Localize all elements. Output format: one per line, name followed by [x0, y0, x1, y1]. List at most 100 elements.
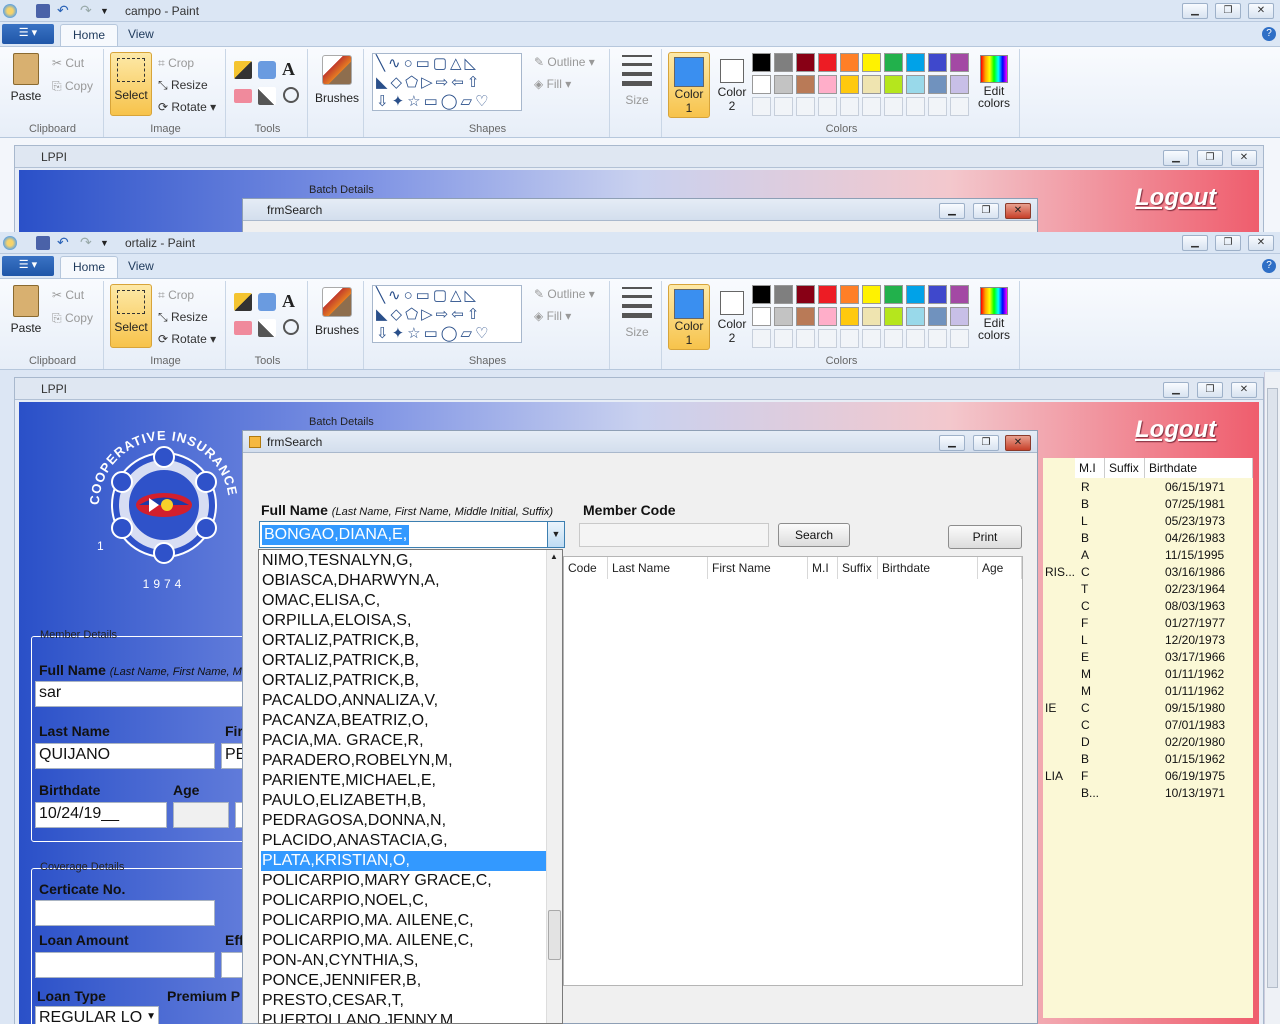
edit-colors-button[interactable]: Edit colors — [974, 55, 1014, 109]
col-suffix-header[interactable]: Suffix — [1105, 458, 1145, 478]
color-swatch[interactable] — [906, 307, 925, 326]
custom-color-slot[interactable] — [818, 97, 837, 116]
color-swatch[interactable] — [818, 285, 837, 304]
custom-color-slot[interactable] — [818, 329, 837, 348]
custom-color-slot[interactable] — [950, 329, 969, 348]
frm-minimize-button[interactable]: ▁ — [939, 203, 965, 219]
text-icon[interactable]: A — [282, 59, 295, 80]
table-row[interactable]: M 01/11/1962 — [1043, 667, 1253, 684]
custom-color-slot[interactable] — [796, 329, 815, 348]
dropdown-item[interactable]: NIMO,TESNALYN,G, — [261, 551, 546, 571]
custom-color-slot[interactable] — [950, 97, 969, 116]
redo-icon[interactable]: ↷ — [80, 235, 94, 250]
col-last-name-header[interactable]: Last Name — [608, 557, 708, 579]
dropdown-item[interactable]: PRESTO,CESAR,T, — [261, 991, 546, 1011]
color-swatch[interactable] — [950, 307, 969, 326]
undo-icon[interactable]: ↶ — [57, 3, 71, 18]
color-swatch[interactable] — [928, 285, 947, 304]
table-row[interactable]: C 08/03/1963 — [1043, 599, 1253, 616]
color-picker-icon[interactable] — [258, 87, 276, 105]
dropdown-item[interactable]: PUERTOLLANO,JENNY,M, — [261, 1011, 546, 1023]
color-swatch[interactable] — [774, 307, 793, 326]
maximize-button[interactable]: ❐ — [1215, 235, 1241, 251]
dropdown-item[interactable]: OMAC,ELISA,C, — [261, 591, 546, 611]
custom-color-slot[interactable] — [774, 97, 793, 116]
cut-button[interactable]: ✂ Cut — [52, 56, 84, 70]
dropdown-item[interactable]: PONCE,JENNIFER,B, — [261, 971, 546, 991]
table-row[interactable]: B 07/25/1981 — [1043, 497, 1253, 514]
dropdown-item[interactable]: PACANZA,BEATRIZ,O, — [261, 711, 546, 731]
dropdown-item[interactable]: POLICARPIO,MA. AILENE,C, — [261, 931, 546, 951]
lppi-maximize-button[interactable]: ❐ — [1197, 150, 1223, 166]
eraser-icon[interactable] — [234, 321, 252, 335]
custom-color-slot[interactable] — [862, 97, 881, 116]
color-swatch[interactable] — [818, 75, 837, 94]
color-swatch[interactable] — [884, 307, 903, 326]
edit-colors-button[interactable]: Edit colors — [974, 287, 1014, 341]
color-swatch[interactable] — [906, 75, 925, 94]
full-name-combobox[interactable]: BONGAO,DIANA,E, ▼ — [259, 521, 565, 548]
dropdown-item[interactable]: POLICARPIO,MARY GRACE,C, — [261, 871, 546, 891]
col-first-name-header[interactable]: First Name — [708, 557, 808, 579]
lppi-minimize-button[interactable]: ▁ — [1163, 382, 1189, 398]
file-menu-button[interactable]: ☰ ▾ — [2, 24, 54, 44]
size-button[interactable]: Size — [618, 55, 656, 107]
frm-minimize-button[interactable]: ▁ — [939, 435, 965, 451]
text-icon[interactable]: A — [282, 291, 295, 312]
fill-button[interactable]: ◈ Fill ▾ — [534, 77, 571, 91]
table-row[interactable]: T 02/23/1964 — [1043, 582, 1253, 599]
dropdown-item[interactable]: PON-AN,CYNTHIA,S, — [261, 951, 546, 971]
fill-button[interactable]: ◈ Fill ▾ — [534, 309, 571, 323]
dropdown-item[interactable]: PARIENTE,MICHAEL,E, — [261, 771, 546, 791]
outline-button[interactable]: ✎ Outline ▾ — [534, 55, 595, 69]
loan-type-select[interactable]: REGULAR LO ▼ — [35, 1006, 159, 1024]
minimize-button[interactable]: ▁ — [1182, 235, 1208, 251]
size-button[interactable]: Size — [618, 287, 656, 339]
lppi-close-button[interactable]: ✕ — [1231, 382, 1257, 398]
resize-button[interactable]: ⤡ Resize — [158, 78, 208, 93]
color-swatch[interactable] — [862, 285, 881, 304]
color-swatch[interactable] — [752, 285, 771, 304]
color-swatch[interactable] — [950, 285, 969, 304]
outline-button[interactable]: ✎ Outline ▾ — [534, 287, 595, 301]
custom-color-slot[interactable] — [796, 97, 815, 116]
redo-icon[interactable]: ↷ — [80, 3, 94, 18]
col-code-header[interactable]: Code — [564, 557, 608, 579]
rotate-button[interactable]: ⟳ Rotate ▾ — [158, 332, 216, 346]
close-button[interactable]: ✕ — [1248, 235, 1274, 251]
col-birthdate-header[interactable]: Birthdate — [1145, 458, 1253, 478]
magnifier-icon[interactable] — [283, 87, 299, 103]
color1-button[interactable]: Color 1 — [668, 52, 710, 118]
col-suffix-header[interactable]: Suffix — [838, 557, 878, 579]
custom-color-slot[interactable] — [884, 329, 903, 348]
color-swatch[interactable] — [928, 75, 947, 94]
color-swatch[interactable] — [862, 307, 881, 326]
tab-view[interactable]: View — [116, 256, 166, 278]
col-birthdate-header[interactable]: Birthdate — [878, 557, 978, 579]
table-row[interactable]: B 04/26/1983 — [1043, 531, 1253, 548]
table-row[interactable]: L 12/20/1973 — [1043, 633, 1253, 650]
dropdown-item[interactable]: ORTALIZ,PATRICK,B, — [261, 651, 546, 671]
custom-color-slot[interactable] — [906, 329, 925, 348]
full-name-dropdown-list[interactable]: NIMO,TESNALYN,G, OBIASCA,DHARWYN,A, OMAC,E… — [258, 549, 563, 1024]
dropdown-item[interactable]: ORPILLA,ELOISA,S, — [261, 611, 546, 631]
lppi-maximize-button[interactable]: ❐ — [1197, 382, 1223, 398]
results-grid[interactable]: Code Last Name First Name M.I Suffix Bir… — [563, 556, 1023, 986]
color-swatch[interactable] — [840, 307, 859, 326]
scroll-thumb[interactable] — [1267, 388, 1278, 988]
file-menu-button[interactable]: ☰ ▾ — [2, 256, 54, 276]
last-name-input[interactable]: QUIJANO — [35, 743, 215, 769]
shapes-gallery[interactable]: ╲∿○▭▢△◺ ◣◇⬠▷⇨⇦⇧ ⇩✦☆▭◯▱♡ — [372, 285, 522, 343]
logout-link[interactable]: Logout — [1135, 184, 1216, 212]
color-swatch[interactable] — [774, 75, 793, 94]
color-swatch[interactable] — [906, 53, 925, 72]
tab-home[interactable]: Home — [60, 24, 119, 46]
help-icon[interactable]: ? — [1262, 27, 1276, 41]
select-button[interactable]: Select — [110, 52, 152, 116]
color-swatch[interactable] — [752, 75, 771, 94]
color-swatch[interactable] — [884, 285, 903, 304]
brushes-button[interactable]: Brushes — [314, 287, 360, 337]
paste-button[interactable]: Paste — [6, 53, 46, 103]
crop-button[interactable]: ⌗ Crop — [158, 288, 194, 303]
custom-color-slot[interactable] — [840, 97, 859, 116]
